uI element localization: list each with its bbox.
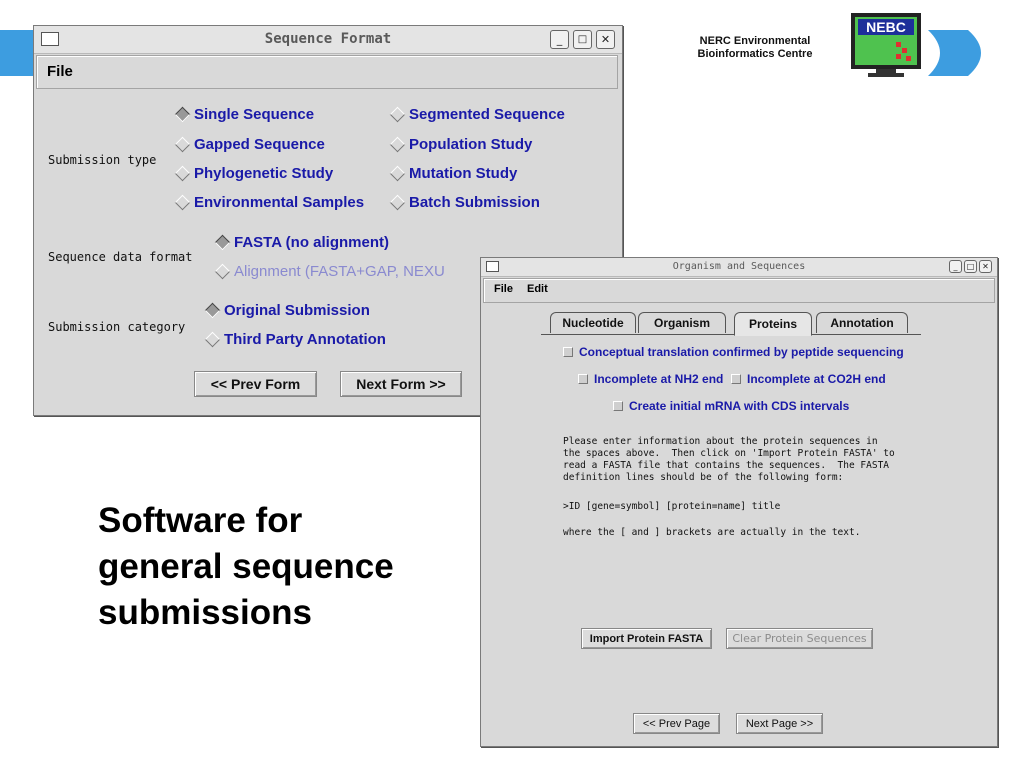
radio-diamond-icon [204, 302, 221, 319]
data-format-label: Sequence data format [48, 250, 193, 264]
tab-nucleotide[interactable]: Nucleotide [550, 312, 636, 333]
menu-edit[interactable]: Edit [527, 283, 548, 295]
radio-segmented-sequence[interactable]: Segmented Sequence [389, 106, 565, 123]
radio-diamond-icon [174, 136, 191, 153]
radio-alignment-disabled[interactable]: Alignment (FASTA+GAP, NEXU [214, 263, 445, 280]
radio-batch-submission[interactable]: Batch Submission [389, 194, 540, 211]
note-text: where the [ and ] brackets are actually … [563, 527, 861, 538]
submission-type-label: Submission type [48, 153, 157, 167]
organisation-name: NERC Environmental Bioinformatics Centre [697, 35, 813, 60]
menu-bar: File [36, 55, 618, 89]
blue-arrow-banner [928, 30, 981, 76]
tab-organism[interactable]: Organism [638, 312, 726, 333]
maximize-icon[interactable]: □ [573, 30, 592, 49]
import-protein-fasta-button[interactable]: Import Protein FASTA [581, 628, 712, 649]
maximize-icon[interactable]: □ [964, 260, 977, 273]
radio-diamond-icon [389, 165, 406, 182]
nebc-logo: NEBC [850, 12, 922, 78]
radio-diamond-icon [214, 234, 231, 251]
radio-diamond-icon [174, 194, 191, 211]
next-page-button[interactable]: Next Page >> [736, 713, 823, 734]
checkbox-incomplete-nh2[interactable]: Incomplete at NH2 end [578, 372, 723, 386]
radio-single-sequence[interactable]: Single Sequence [174, 106, 314, 123]
checkbox-icon [563, 347, 573, 357]
organism-sequences-window: Organism and Sequences _ □ ✕ File Edit N… [480, 257, 998, 747]
radio-environmental-samples[interactable]: Environmental Samples [174, 194, 364, 211]
checkbox-create-mrna[interactable]: Create initial mRNA with CDS intervals [613, 399, 849, 413]
radio-diamond-icon [389, 136, 406, 153]
instructions-text: Please enter information about the prote… [563, 436, 895, 483]
prev-form-button[interactable]: << Prev Form [194, 371, 317, 397]
prev-page-button[interactable]: << Prev Page [633, 713, 720, 734]
checkbox-icon [578, 374, 588, 384]
window-title: Organism and Sequences [672, 261, 806, 272]
close-icon[interactable]: ✕ [596, 30, 615, 49]
checkbox-conceptual-translation[interactable]: Conceptual translation confirmed by pept… [563, 345, 904, 359]
checkbox-icon [731, 374, 741, 384]
radio-mutation-study[interactable]: Mutation Study [389, 165, 517, 182]
checkbox-incomplete-co2h[interactable]: Incomplete at CO2H end [731, 372, 886, 386]
next-form-button[interactable]: Next Form >> [340, 371, 462, 397]
menu-bar: File Edit [483, 278, 995, 303]
minimize-icon[interactable]: _ [949, 260, 962, 273]
menu-file[interactable]: File [494, 283, 513, 295]
tab-proteins[interactable]: Proteins [734, 312, 812, 336]
example-definition-line: >ID [gene=symbol] [protein=name] title [563, 501, 781, 512]
minimize-icon[interactable]: _ [550, 30, 569, 49]
radio-diamond-icon [389, 106, 406, 123]
radio-population-study[interactable]: Population Study [389, 136, 532, 153]
close-icon[interactable]: ✕ [979, 260, 992, 273]
radio-diamond-icon [174, 106, 191, 123]
checkbox-icon [613, 401, 623, 411]
radio-third-party-annotation[interactable]: Third Party Annotation [204, 331, 386, 348]
submission-category-label: Submission category [48, 320, 186, 334]
slide-caption: Software for general sequence submission… [98, 501, 394, 632]
radio-diamond-icon [214, 263, 231, 280]
logo-text: NEBC [866, 19, 906, 35]
tab-annotation[interactable]: Annotation [816, 312, 908, 333]
radio-diamond-icon [389, 194, 406, 211]
radio-original-submission[interactable]: Original Submission [204, 302, 370, 319]
window-title: Sequence Format [264, 31, 392, 47]
window-titlebar[interactable]: Organism and Sequences _ □ ✕ [481, 258, 997, 277]
radio-diamond-icon [174, 165, 191, 182]
radio-phylogenetic-study[interactable]: Phylogenetic Study [174, 165, 333, 182]
window-titlebar[interactable]: Sequence Format _ □ ✕ [34, 26, 622, 54]
clear-protein-sequences-button[interactable]: Clear Protein Sequences [726, 628, 873, 649]
radio-fasta-no-alignment[interactable]: FASTA (no alignment) [214, 234, 389, 251]
menu-file[interactable]: File [47, 63, 73, 80]
radio-diamond-icon [204, 331, 221, 348]
tab-bar: Nucleotide Organism Proteins Annotation [541, 312, 921, 336]
radio-gapped-sequence[interactable]: Gapped Sequence [174, 136, 325, 153]
